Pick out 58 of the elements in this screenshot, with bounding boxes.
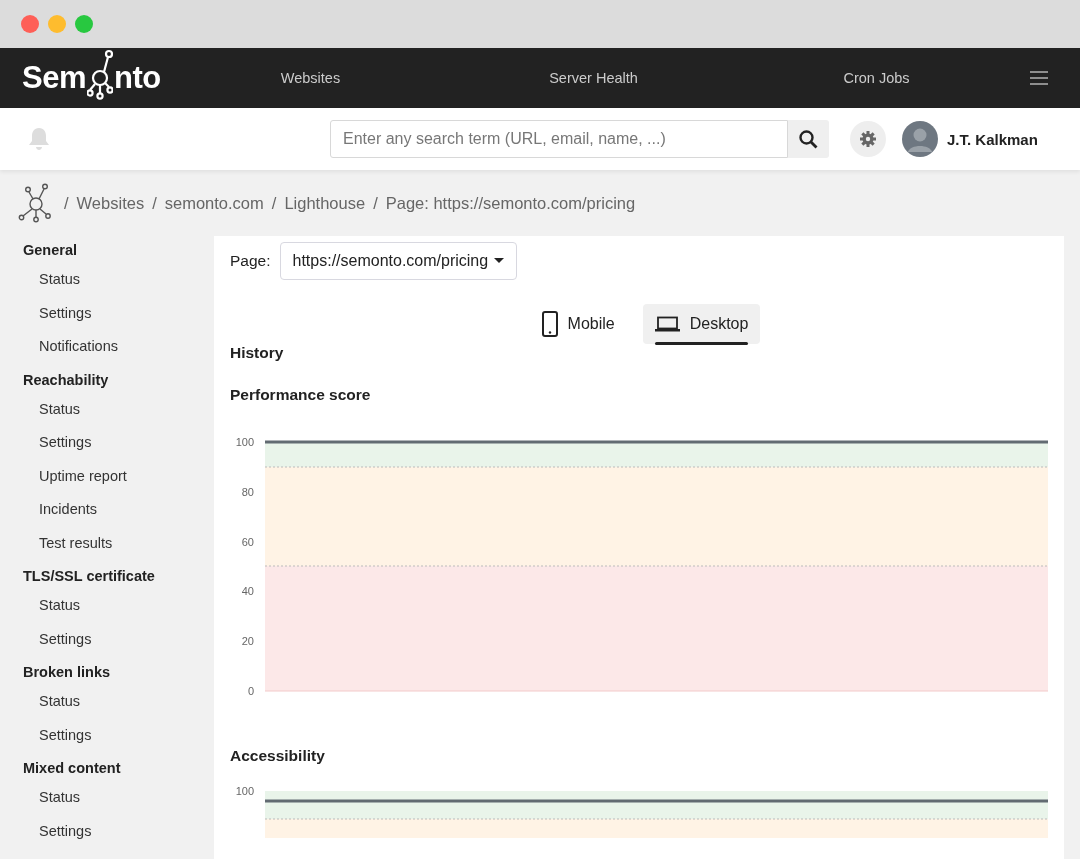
nav-link[interactable]: Cron Jobs — [735, 70, 1018, 86]
y-axis-label: 80 — [241, 485, 254, 498]
sidebar-item[interactable]: Status — [23, 400, 214, 434]
breadcrumb-link[interactable]: Lighthouse — [284, 193, 366, 213]
device-tab[interactable]: Mobile — [529, 304, 627, 344]
logo-text[interactable]: nto — [114, 60, 161, 96]
breadcrumb-link[interactable]: Websites — [76, 193, 145, 213]
y-axis-label: 60 — [241, 535, 254, 548]
settings-button[interactable] — [850, 121, 886, 157]
sidebar-group-title: TLS/SSL certificate — [23, 568, 156, 586]
sidebar-item[interactable]: Uptime report — [23, 467, 214, 501]
breadcrumb-separator: / — [373, 193, 378, 213]
breadcrumb-link[interactable]: Page: https://semonto.com/pricing — [385, 193, 636, 213]
phone-icon — [541, 311, 558, 337]
sidebar-item[interactable]: Status — [23, 693, 214, 727]
sidebar-group-title: Broken links — [23, 664, 112, 682]
search-icon — [799, 129, 818, 149]
sidebar-item[interactable]: Settings — [23, 726, 214, 760]
sidebar-item[interactable]: Notifications — [23, 338, 214, 372]
menu-icon[interactable] — [1030, 71, 1048, 85]
y-axis-label: 100 — [235, 785, 254, 797]
sidebar-group-title: Mixed content — [23, 760, 122, 778]
user-name[interactable]: J.T. Kalkman — [947, 130, 1038, 148]
sidebar-item[interactable]: Status — [23, 271, 214, 305]
nav-link[interactable]: Websites — [169, 70, 452, 86]
page-dropdown[interactable]: https://semonto.com/pricing — [279, 242, 518, 280]
sidebar-group-title: General — [23, 242, 78, 260]
section-heading: History — [230, 344, 285, 362]
sidebar-item[interactable]: Status — [23, 597, 214, 631]
sidebar-item[interactable]: Settings — [23, 822, 214, 856]
sidebar-group-title: Reachability — [23, 371, 110, 390]
y-axis-label: 100 — [235, 436, 254, 448]
avatar-icon[interactable] — [902, 121, 938, 157]
search-button[interactable] — [788, 120, 829, 158]
sidebar-item[interactable]: Status — [23, 789, 214, 823]
search-field[interactable]: Enter any search term (URL, email, name, ...) — [330, 120, 788, 158]
settings-icon — [860, 131, 876, 147]
sidebar-item[interactable]: Incidents — [23, 501, 214, 535]
sidebar-item[interactable]: Settings — [23, 630, 214, 664]
caret-icon — [494, 258, 505, 264]
chart-title: Accessibility — [230, 747, 326, 765]
page-label: Page: — [230, 252, 271, 270]
laptop-icon — [654, 316, 680, 332]
y-axis-label: 20 — [241, 635, 254, 648]
device-tab[interactable]: Desktop — [642, 304, 761, 344]
chart-title: Performance score — [230, 386, 372, 404]
sidebar-item[interactable]: Settings — [23, 304, 214, 338]
breadcrumb-separator: / — [152, 193, 157, 213]
breadcrumb-link[interactable]: semonto.com — [164, 193, 264, 213]
breadcrumb-separator: / — [64, 193, 69, 213]
breadcrumb-separator: / — [271, 193, 277, 213]
network-node-icon[interactable] — [18, 183, 52, 223]
nav-link[interactable]: Server Health — [452, 70, 735, 86]
logo-text[interactable]: Sem — [22, 60, 86, 96]
y-axis-label: 0 — [247, 685, 254, 697]
sidebar-item[interactable]: Settings — [23, 434, 214, 468]
y-axis-label: 40 — [241, 585, 254, 598]
sidebar-item[interactable]: Test results — [23, 534, 214, 568]
